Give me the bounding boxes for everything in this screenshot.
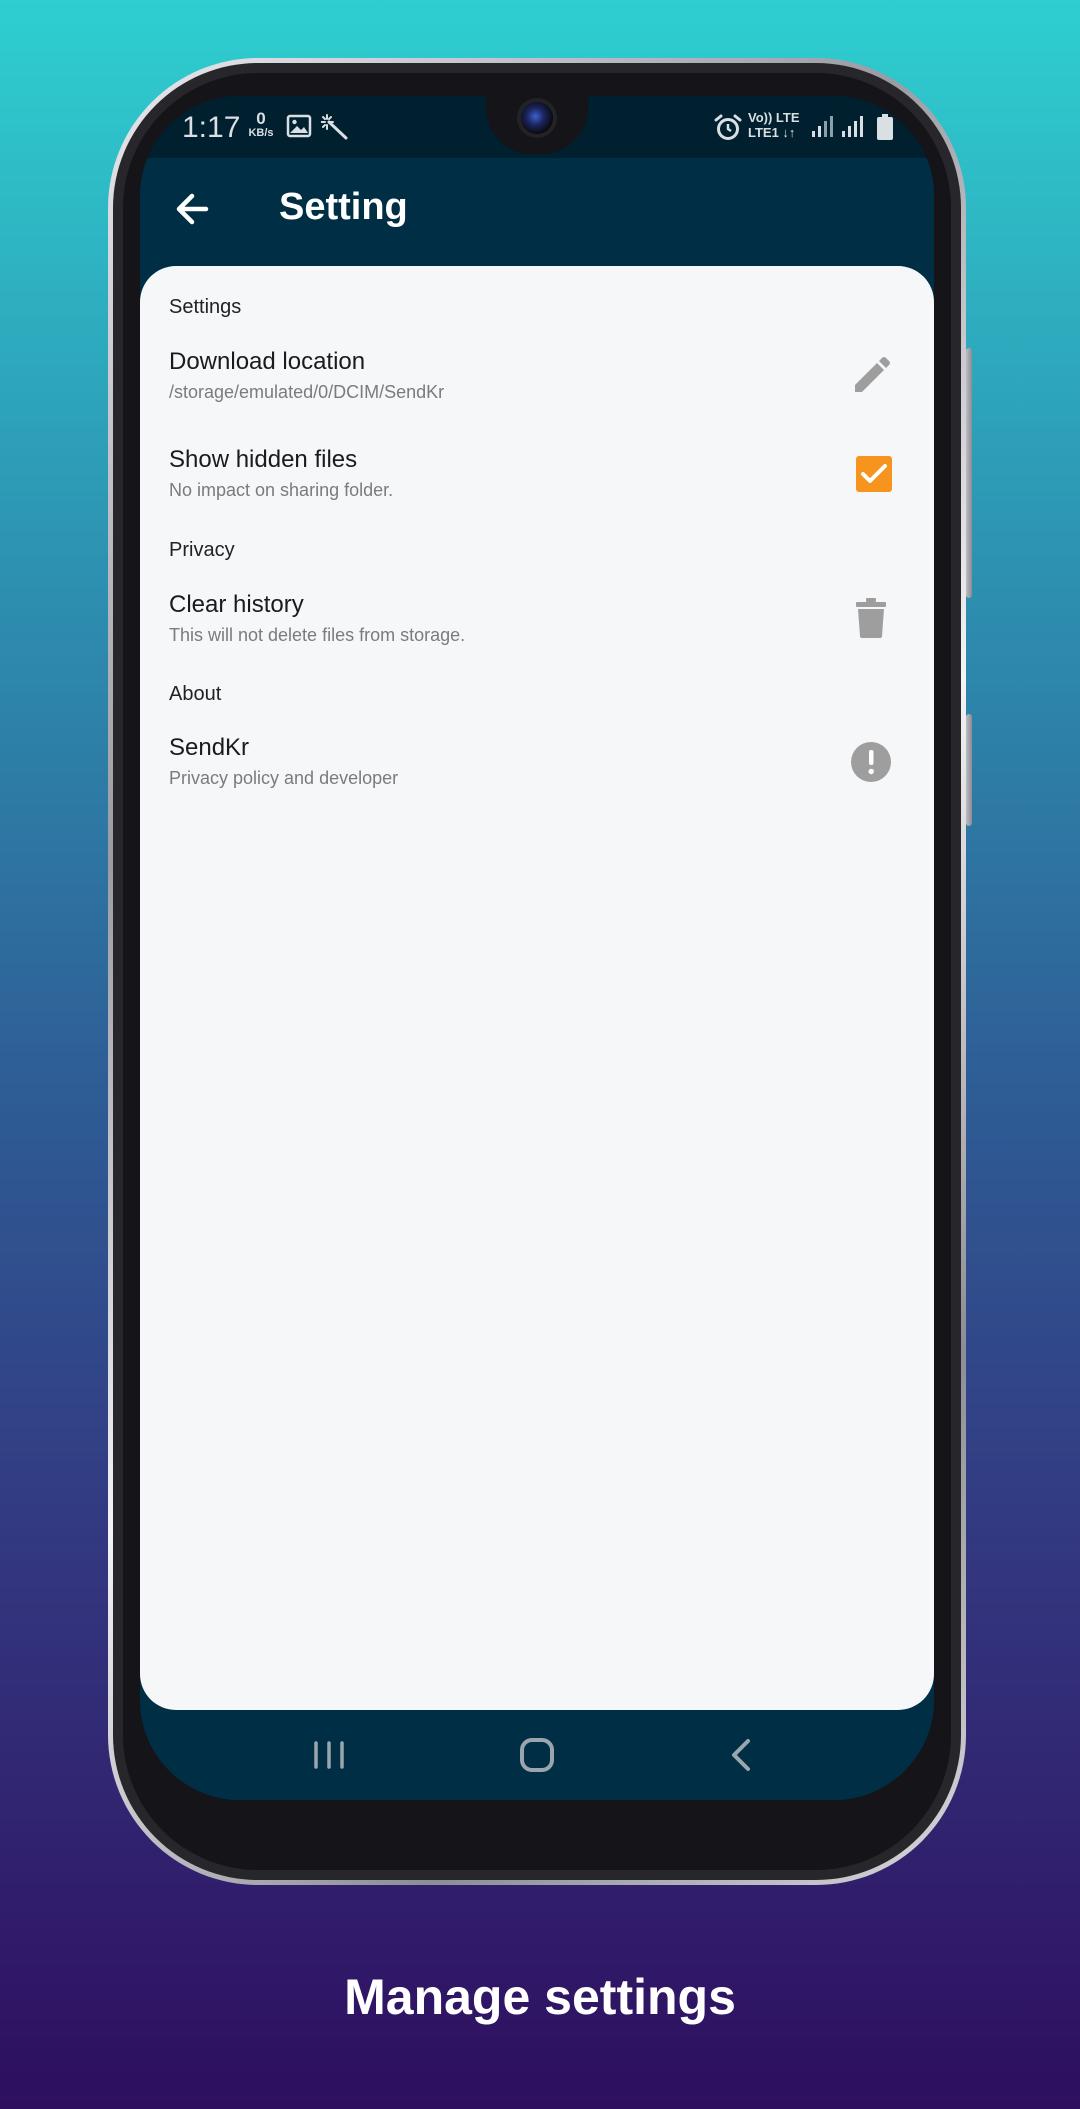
home-icon[interactable]: [512, 1730, 562, 1780]
item-subtitle: No impact on sharing folder.: [169, 480, 394, 500]
volte-label: Vo)) LTE: [748, 110, 800, 125]
net-speed-value: 0: [256, 109, 266, 128]
item-title: Show hidden files: [169, 446, 358, 473]
setting-download-location[interactable]: Download location /storage/emulated/0/DC…: [140, 338, 934, 418]
setting-show-hidden-files[interactable]: Show hidden files No impact on sharing f…: [140, 436, 934, 516]
page-title: Setting: [279, 186, 408, 228]
status-time: 1:17: [182, 111, 241, 144]
settings-list: Settings Download location /storage/emul…: [140, 266, 934, 1710]
section-title-settings: Settings: [169, 296, 242, 318]
setting-clear-history[interactable]: Clear history This will not delete files…: [140, 581, 934, 661]
power-button: [966, 348, 972, 598]
signal-icon: [842, 116, 863, 137]
section-title-privacy: Privacy: [169, 539, 235, 561]
phone-screen: 1:17 0 KB/s Vo)) LTE LTE1 ↓↑ Setting Set…: [140, 96, 934, 1800]
recents-icon[interactable]: [304, 1730, 354, 1780]
front-camera: [521, 102, 553, 134]
net-speed: 0 KB/s: [244, 110, 278, 140]
section-title-about: About: [169, 683, 222, 705]
alarm-icon: [714, 114, 742, 140]
status-bar: 1:17 0 KB/s Vo)) LTE LTE1 ↓↑: [140, 96, 934, 158]
item-title: Download location: [169, 348, 366, 375]
image-icon: [286, 114, 312, 138]
trash-icon[interactable]: [856, 598, 886, 638]
net-speed-unit: KB/s: [248, 127, 274, 139]
show-hidden-checkbox[interactable]: [856, 456, 892, 492]
item-subtitle: Privacy policy and developer: [169, 768, 399, 788]
navigation-bar: [140, 1710, 934, 1800]
battery-icon: [877, 114, 893, 140]
item-title: SendKr: [169, 734, 250, 761]
lte-label: LTE1 ↓↑: [748, 125, 796, 140]
magic-wand-icon: [321, 114, 348, 140]
app-bar: Setting: [140, 158, 934, 266]
network-type: Vo)) LTE LTE1 ↓↑: [748, 110, 800, 140]
promo-caption: Manage settings: [344, 1969, 736, 2025]
volume-button: [966, 714, 972, 826]
pencil-icon[interactable]: [851, 356, 891, 396]
arrow-back-icon[interactable]: [170, 186, 216, 232]
signal-icon: [812, 116, 833, 137]
item-subtitle: /storage/emulated/0/DCIM/SendKr: [169, 382, 445, 402]
item-title: Clear history: [169, 591, 304, 618]
info-alert-icon[interactable]: [851, 742, 891, 782]
setting-about-app[interactable]: SendKr Privacy policy and developer: [140, 724, 934, 804]
item-subtitle: This will not delete files from storage.: [169, 625, 466, 645]
back-icon[interactable]: [717, 1730, 767, 1780]
